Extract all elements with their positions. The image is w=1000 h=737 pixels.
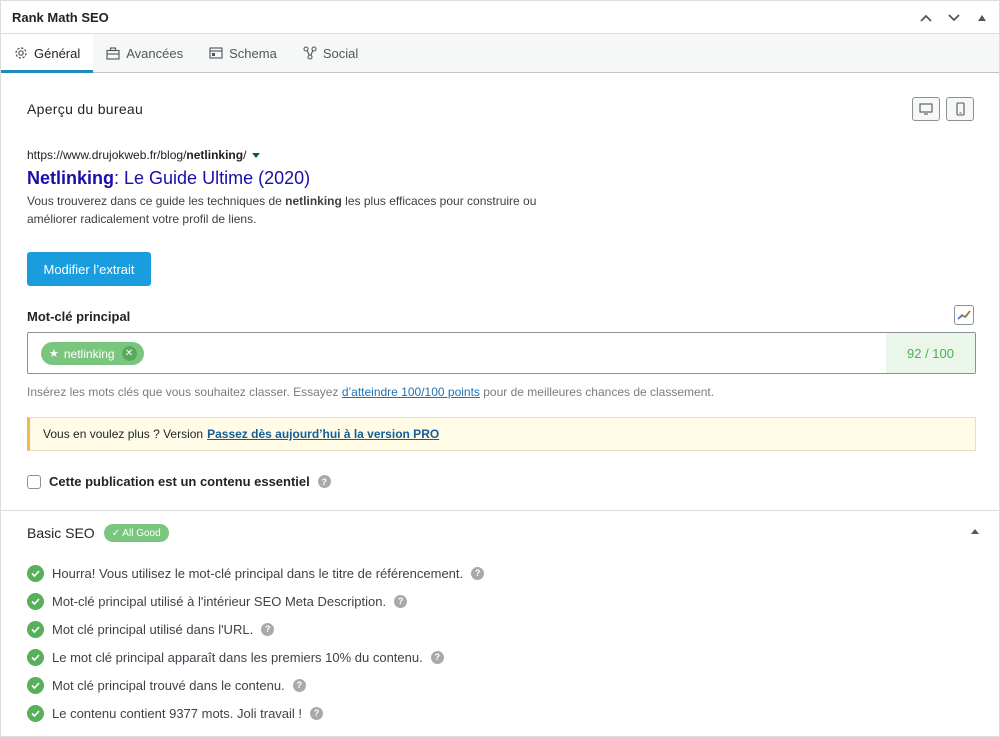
check-text: Le contenu contient 9377 mots. Joli trav… bbox=[52, 705, 303, 721]
keyword-trends-button[interactable] bbox=[954, 305, 974, 325]
title-keyword: Netlinking bbox=[27, 168, 115, 188]
move-up-button[interactable] bbox=[917, 9, 935, 27]
check-text: Hourra! Vous utilisez le mot-clé princip… bbox=[52, 565, 464, 581]
pro-upgrade-notice: Vous en voulez plus ? Version Passez dès… bbox=[27, 417, 976, 451]
caret-up-icon bbox=[978, 14, 986, 21]
status-badge: ✓ All Good bbox=[103, 524, 169, 542]
list-item: Hourra! Vous utilisez le mot-clé princip… bbox=[27, 559, 485, 587]
toggle-panel-button[interactable] bbox=[973, 9, 991, 27]
upgrade-pro-link[interactable]: Passez dès aujourd’hui à la version PRO bbox=[207, 427, 439, 441]
mobile-preview-button[interactable] bbox=[946, 97, 974, 121]
basic-seo-title: Basic SEO bbox=[27, 525, 95, 541]
keyword-tag: ★ netlinking ✕ bbox=[41, 342, 144, 365]
tab-label: Général bbox=[34, 45, 81, 61]
toolbox-icon bbox=[106, 46, 120, 60]
keyword-tag-label: netlinking bbox=[63, 346, 115, 361]
tab-label: Avancées bbox=[126, 45, 184, 61]
url-keyword: netlinking bbox=[186, 148, 244, 162]
desktop-icon bbox=[919, 103, 933, 115]
check-icon bbox=[27, 620, 44, 638]
tab-bar: Général Avancées Schema Social bbox=[1, 34, 999, 73]
url-dropdown-arrow-icon bbox=[252, 152, 261, 158]
check-icon bbox=[27, 676, 44, 694]
url-suffix: / bbox=[243, 148, 247, 162]
notice-text: Vous en voulez plus ? Version bbox=[43, 427, 204, 441]
pillar-content-label: Cette publication est un contenu essenti… bbox=[49, 474, 310, 489]
social-icon bbox=[303, 46, 317, 60]
focus-keyword-input[interactable]: ★ netlinking ✕ 92 / 100 bbox=[27, 332, 976, 374]
pillar-content-checkbox[interactable] bbox=[27, 474, 41, 489]
check-icon bbox=[27, 564, 44, 582]
serp-title: Netlinking: Le Guide Ultime (2020) bbox=[27, 168, 310, 189]
keyword-hint: Insérez les mots clés que vous souhaitez… bbox=[27, 385, 715, 399]
help-icon[interactable]: ? bbox=[261, 622, 275, 636]
basic-seo-header[interactable]: Basic SEO ✓ All Good bbox=[27, 524, 169, 542]
list-item: Le contenu contient 9377 mots. Joli trav… bbox=[27, 699, 484, 727]
check-icon bbox=[27, 592, 44, 610]
list-item: Mot-clé principal utilisé à l'intérieur … bbox=[27, 587, 484, 615]
tab-label: Social bbox=[322, 45, 359, 61]
serp-url: https://www.drujokweb.fr/blog/netlinking… bbox=[27, 148, 261, 162]
device-switcher bbox=[912, 97, 974, 121]
check-text: Le mot clé principal apparaît dans les p… bbox=[52, 649, 423, 665]
help-icon[interactable]: ? bbox=[471, 566, 485, 580]
remove-keyword-button[interactable]: ✕ bbox=[121, 346, 137, 361]
check-icon bbox=[27, 704, 44, 722]
tab-social[interactable]: Social bbox=[290, 34, 371, 72]
chevron-up-icon bbox=[920, 14, 932, 22]
chevron-down-icon bbox=[948, 13, 960, 21]
gear-icon bbox=[15, 47, 27, 59]
trend-icon bbox=[957, 310, 971, 320]
panel-controls bbox=[917, 1, 991, 34]
help-icon[interactable]: ? bbox=[394, 594, 408, 608]
list-item: Le mot clé principal apparaît dans les p… bbox=[27, 643, 484, 671]
pillar-content-option[interactable]: Cette publication est un contenu essenti… bbox=[27, 474, 331, 489]
schema-icon bbox=[209, 47, 223, 59]
check-text: Mot clé principal trouvé dans le contenu… bbox=[52, 677, 285, 693]
star-icon: ★ bbox=[49, 348, 59, 360]
help-icon[interactable]: ? bbox=[430, 650, 444, 664]
basic-seo-checklist: Hourra! Vous utilisez le mot-clé princip… bbox=[27, 559, 485, 727]
collapse-basic-seo-icon[interactable] bbox=[971, 529, 979, 534]
rank-math-panel: Rank Math SEO Général Avancées Schema So… bbox=[0, 0, 1000, 737]
tab-schema[interactable]: Schema bbox=[196, 34, 290, 72]
title-rest: : Le Guide Ultime (2020) bbox=[114, 168, 311, 188]
preview-heading: Aperçu du bureau bbox=[27, 101, 144, 117]
check-icon bbox=[27, 648, 44, 666]
check-text: Mot clé principal utilisé dans l'URL. bbox=[52, 621, 254, 637]
tab-label: Schema bbox=[229, 45, 277, 61]
check-text: Mot-clé principal utilisé à l'intérieur … bbox=[52, 593, 387, 609]
panel-title: Rank Math SEO bbox=[12, 9, 109, 25]
list-item: Mot clé principal utilisé dans l'URL. ? bbox=[27, 615, 484, 643]
help-icon[interactable]: ? bbox=[317, 475, 331, 488]
move-down-button[interactable] bbox=[945, 9, 963, 27]
focus-keyword-label: Mot-clé principal bbox=[27, 309, 131, 324]
tab-advanced[interactable]: Avancées bbox=[93, 34, 196, 72]
section-divider bbox=[1, 510, 1000, 511]
desktop-preview-button[interactable] bbox=[912, 97, 940, 121]
help-icon[interactable]: ? bbox=[292, 678, 306, 692]
list-item: Mot clé principal trouvé dans le contenu… bbox=[27, 671, 484, 699]
seo-score: 92 / 100 bbox=[886, 333, 975, 373]
panel-header: Rank Math SEO bbox=[1, 1, 999, 34]
edit-snippet-button[interactable]: Modifier l’extrait bbox=[27, 252, 151, 286]
mobile-icon bbox=[955, 102, 965, 116]
url-prefix: https://www.drujokweb.fr/blog/ bbox=[27, 148, 187, 162]
serp-description: Vous trouverez dans ce guide les techniq… bbox=[27, 194, 537, 226]
tab-general[interactable]: Général bbox=[1, 34, 94, 73]
help-icon[interactable]: ? bbox=[310, 706, 324, 720]
score-guide-link[interactable]: d’atteindre 100/100 points bbox=[342, 385, 480, 399]
